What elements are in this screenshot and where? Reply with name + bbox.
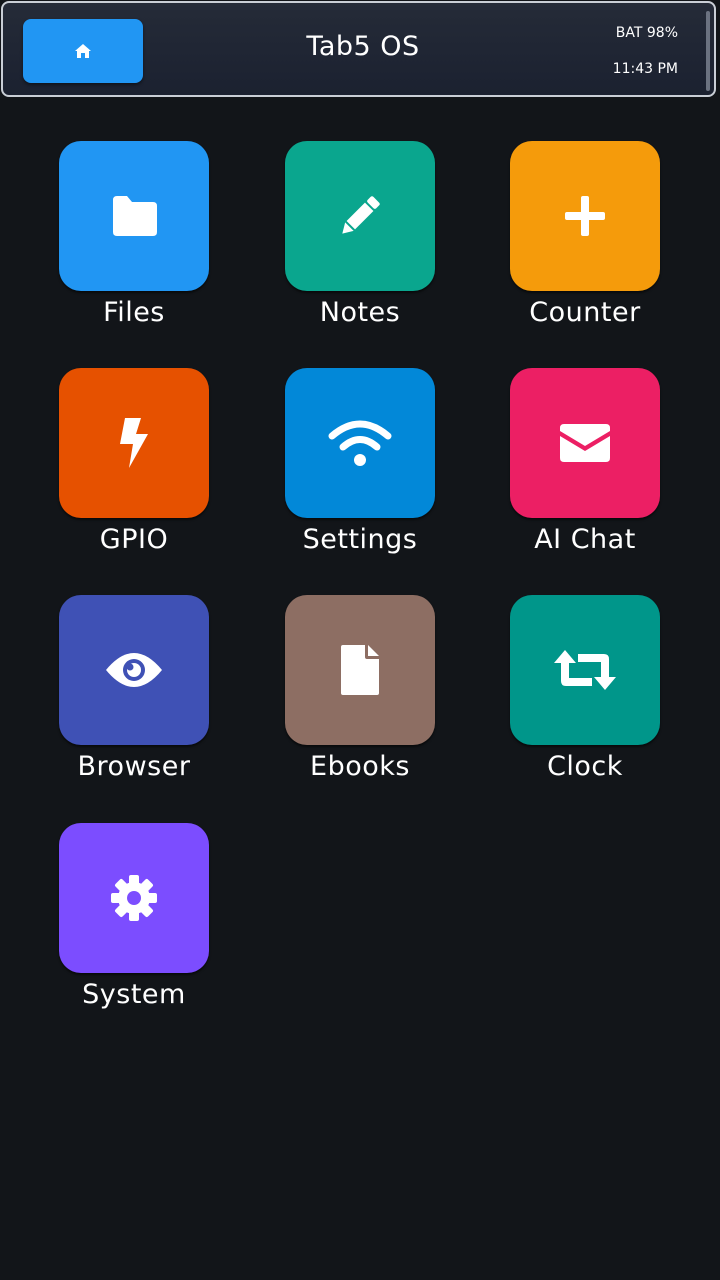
app-tile[interactable] [59, 595, 209, 745]
home-icon [75, 44, 91, 58]
clock-time: 11:43 PM [612, 61, 678, 77]
lightning-icon [117, 418, 151, 468]
app-label: Ebooks [310, 751, 410, 782]
gear-icon [110, 874, 158, 922]
file-icon [341, 645, 379, 695]
home-button[interactable] [23, 19, 143, 83]
plus-icon [563, 194, 607, 238]
loop-icon [554, 650, 616, 690]
app-label: Files [103, 297, 165, 328]
app-tile[interactable] [510, 141, 660, 291]
eye-icon [106, 652, 162, 688]
app-counter[interactable]: Counter [485, 141, 685, 341]
app-tile[interactable] [59, 141, 209, 291]
pencil-icon [335, 191, 385, 241]
app-tile[interactable] [59, 368, 209, 518]
app-gpio[interactable]: GPIO [34, 368, 234, 568]
app-label: Counter [529, 297, 641, 328]
app-label: Settings [302, 524, 418, 555]
app-tile[interactable] [510, 368, 660, 518]
app-browser[interactable]: Browser [34, 595, 234, 795]
os-title: Tab5 OS [306, 31, 420, 62]
app-clock[interactable]: Clock [485, 595, 685, 795]
scrollbar[interactable] [706, 11, 710, 91]
top-bar: Tab5 OS BAT 98% 11:43 PM [1, 1, 716, 97]
app-ai-chat[interactable]: AI Chat [485, 368, 685, 568]
folder-icon [109, 196, 159, 236]
app-notes[interactable]: Notes [260, 141, 460, 341]
app-tile[interactable] [285, 368, 435, 518]
app-label: System [82, 979, 186, 1010]
app-label: Notes [319, 297, 401, 328]
app-tile[interactable] [59, 823, 209, 973]
app-label: AI Chat [534, 524, 636, 555]
battery-status: BAT 98% [615, 25, 678, 41]
app-tile[interactable] [285, 141, 435, 291]
app-ebooks[interactable]: Ebooks [260, 595, 460, 795]
app-label: Browser [77, 751, 191, 782]
app-settings[interactable]: Settings [260, 368, 460, 568]
app-label: GPIO [99, 524, 169, 555]
app-label: Clock [547, 751, 623, 782]
app-tile[interactable] [510, 595, 660, 745]
app-files[interactable]: Files [34, 141, 234, 341]
app-system[interactable]: System [34, 823, 234, 1023]
app-tile[interactable] [285, 595, 435, 745]
wifi-icon [328, 418, 392, 468]
envelope-icon [560, 424, 610, 462]
home-screen: Tab5 OS BAT 98% 11:43 PM Files Notes Cou… [0, 0, 720, 1280]
